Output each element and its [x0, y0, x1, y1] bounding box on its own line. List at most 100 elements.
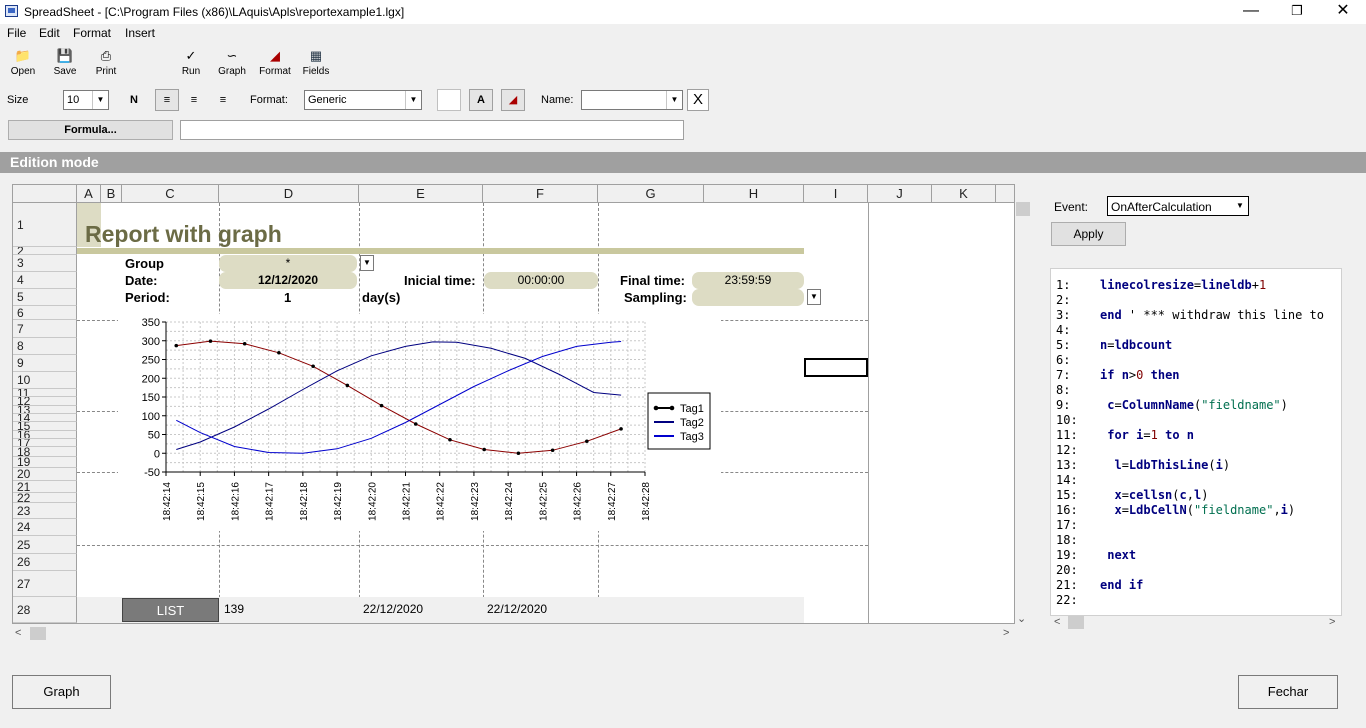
- group-field[interactable]: *: [219, 255, 357, 272]
- row-header[interactable]: 13: [13, 406, 77, 414]
- row-header[interactable]: 23: [13, 503, 77, 519]
- row-header[interactable]: 5: [13, 289, 77, 306]
- clear-name-button[interactable]: X: [687, 89, 709, 111]
- group-dropdown-button[interactable]: ▼: [360, 255, 374, 271]
- minimize-button[interactable]: —: [1228, 0, 1274, 22]
- row-header[interactable]: 8: [13, 338, 77, 355]
- y-tick-label: 100: [142, 411, 160, 423]
- column-header-l[interactable]: [996, 185, 1014, 203]
- column-header-j[interactable]: J: [868, 185, 932, 203]
- row-header[interactable]: 12: [13, 397, 77, 406]
- column-header-e[interactable]: E: [359, 185, 483, 203]
- horizontal-scroll-thumb[interactable]: [30, 627, 46, 640]
- row-header[interactable]: 22: [13, 493, 77, 503]
- row-header[interactable]: 11: [13, 389, 77, 397]
- apply-button[interactable]: Apply: [1051, 222, 1126, 246]
- menu-format[interactable]: Format: [73, 26, 111, 40]
- column-header-d[interactable]: D: [219, 185, 359, 203]
- fields-button[interactable]: ▦ Fields: [294, 48, 338, 78]
- row-header[interactable]: 14: [13, 414, 77, 422]
- scroll-left-icon[interactable]: <: [15, 627, 21, 641]
- menu-file[interactable]: File: [7, 26, 26, 40]
- sampling-dropdown-button[interactable]: ▼: [807, 289, 821, 305]
- list-button[interactable]: LIST: [122, 598, 219, 622]
- line-chart: 350 300 250 200 150 100 50 0 -50 18:42:14 18:42:1…: [118, 314, 721, 531]
- inicial-time-field[interactable]: 00:00:00: [484, 272, 598, 289]
- name-select[interactable]: ▼: [581, 90, 683, 110]
- row-header[interactable]: 9: [13, 355, 77, 372]
- event-select[interactable]: OnAfterCalculation ▼: [1107, 196, 1249, 216]
- row-header[interactable]: 18: [13, 447, 77, 457]
- row-header[interactable]: 28: [13, 597, 77, 623]
- row-header[interactable]: 16: [13, 431, 77, 439]
- row-header[interactable]: 1: [13, 203, 77, 247]
- column-header-b[interactable]: B: [101, 185, 122, 203]
- column-header-i[interactable]: I: [804, 185, 868, 203]
- font-button[interactable]: A: [469, 89, 493, 111]
- scroll-right-icon[interactable]: >: [1003, 627, 1009, 641]
- selected-cell[interactable]: [804, 358, 868, 377]
- close-window-button[interactable]: ✕: [1320, 0, 1366, 22]
- sampling-field[interactable]: [692, 289, 804, 306]
- text-color-button[interactable]: ◢: [501, 89, 525, 111]
- code-line: 15: x=cellsn(c,l): [1056, 488, 1208, 502]
- row-header[interactable]: 4: [13, 272, 77, 289]
- row-header[interactable]: 15: [13, 422, 77, 431]
- format-select[interactable]: Generic ▼: [304, 90, 422, 110]
- final-time-field[interactable]: 23:59:59: [692, 272, 804, 289]
- code-horizontal-scroll-thumb[interactable]: [1068, 616, 1084, 629]
- date-field[interactable]: 12/12/2020: [219, 272, 357, 289]
- row-header[interactable]: 17: [13, 439, 77, 447]
- background-color-swatch[interactable]: [437, 89, 461, 111]
- graph-button[interactable]: Graph: [12, 675, 111, 709]
- graph-toolbar-button[interactable]: ∽ Graph: [210, 48, 254, 78]
- code-editor[interactable]: 1: linecolresize=lineldb+1 2: 3: end ' *** w…: [1050, 268, 1342, 616]
- column-header-a[interactable]: A: [77, 185, 101, 203]
- print-button[interactable]: ⎙ Print: [84, 48, 128, 78]
- column-header-c[interactable]: C: [122, 185, 219, 203]
- row-header[interactable]: 6: [13, 306, 77, 320]
- open-button[interactable]: 📁 Open: [1, 48, 45, 78]
- menu-insert[interactable]: Insert: [125, 26, 155, 40]
- column-header-h[interactable]: H: [704, 185, 804, 203]
- code-scroll-left-icon[interactable]: <: [1054, 616, 1060, 630]
- menu-edit[interactable]: Edit: [39, 26, 60, 40]
- align-center-button[interactable]: ≡: [182, 89, 206, 111]
- code-line: 8:: [1056, 383, 1100, 397]
- scroll-down-icon[interactable]: ⌄: [1017, 612, 1026, 626]
- restore-button[interactable]: ❐: [1274, 0, 1320, 22]
- fechar-button[interactable]: Fechar: [1238, 675, 1338, 709]
- column-header-f[interactable]: F: [483, 185, 598, 203]
- column-header-g[interactable]: G: [598, 185, 704, 203]
- spreadsheet-grid[interactable]: A B C D E F G H I J K 1 2 3 4 5 6 7 8 9 10 11 12 13 1…: [12, 184, 1015, 624]
- format-value: Generic: [308, 94, 347, 106]
- run-button[interactable]: ✓ Run: [169, 48, 213, 78]
- format-toolbar-button[interactable]: ◢ Format: [253, 48, 297, 78]
- align-left-button[interactable]: ≡: [155, 89, 179, 111]
- column-header-k[interactable]: K: [932, 185, 996, 203]
- formula-input[interactable]: [180, 120, 684, 140]
- x-tick-label: 18:42:16: [230, 482, 241, 521]
- save-button[interactable]: 💾 Save: [43, 48, 87, 78]
- row-header[interactable]: 19: [13, 457, 77, 468]
- row-header[interactable]: 3: [13, 255, 77, 272]
- row-header[interactable]: 26: [13, 554, 77, 571]
- vertical-scroll-thumb[interactable]: [1016, 202, 1030, 216]
- row-header[interactable]: 7: [13, 320, 77, 338]
- text-color-icon: ◢: [508, 94, 518, 106]
- title-underline: [77, 248, 804, 254]
- period-value[interactable]: 1: [284, 290, 291, 305]
- row-header[interactable]: 10: [13, 372, 77, 389]
- row-header[interactable]: 25: [13, 536, 77, 554]
- formula-button[interactable]: Formula...: [8, 120, 173, 140]
- series-point: [242, 341, 247, 346]
- size-select[interactable]: 10 ▼: [63, 90, 109, 110]
- row-header[interactable]: 27: [13, 571, 77, 597]
- align-right-button[interactable]: ≡: [211, 89, 235, 111]
- bold-button[interactable]: N: [123, 89, 145, 111]
- row-header[interactable]: 24: [13, 519, 77, 536]
- row-header[interactable]: 2: [13, 247, 77, 255]
- code-scroll-right-icon[interactable]: >: [1329, 616, 1335, 630]
- row-header[interactable]: 21: [13, 481, 77, 493]
- row-header[interactable]: 20: [13, 468, 77, 481]
